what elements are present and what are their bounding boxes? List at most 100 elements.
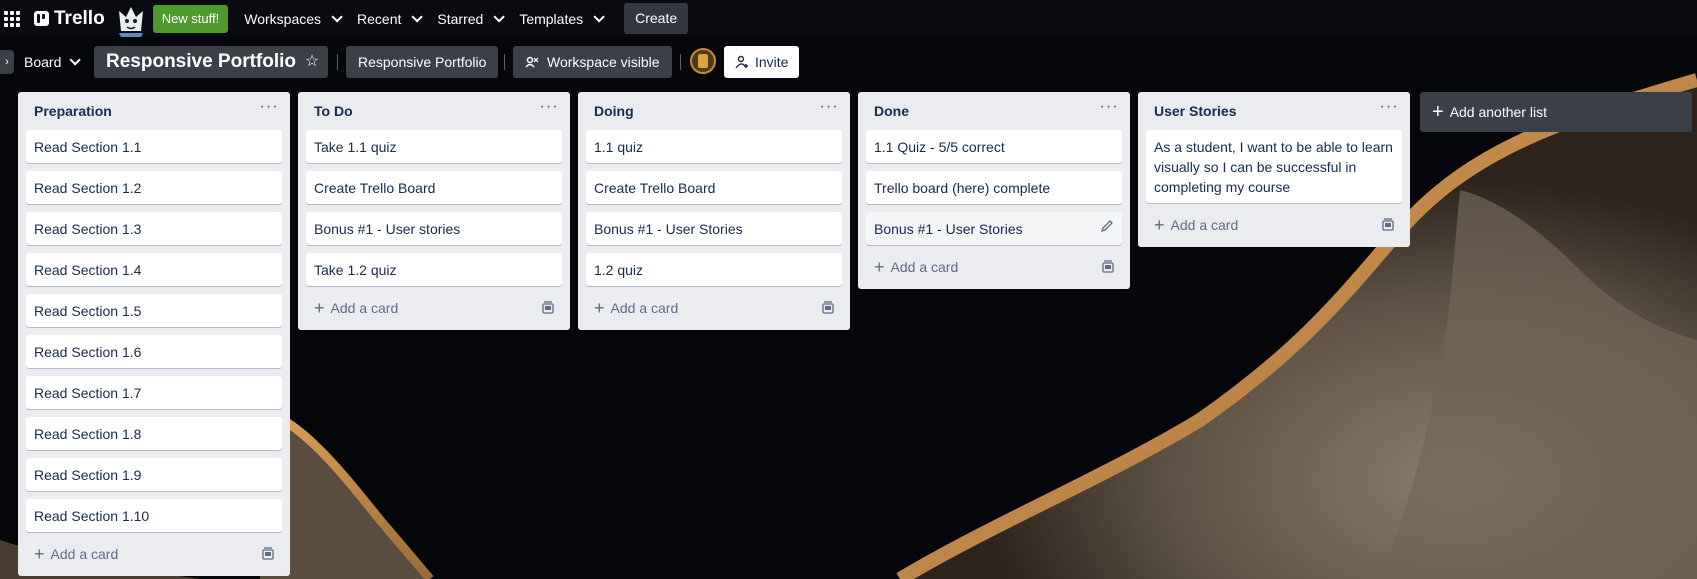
card-title: Read Section 1.9 [34,467,142,483]
list-footer: + Add a card [26,540,282,568]
card[interactable]: Read Section 1.7 [26,376,282,409]
trello-logo-icon [34,11,49,26]
add-card-label: Add a card [890,259,959,275]
list-doing[interactable]: Doing ··· 1.1 quiz Create Trello Board Bonus… [578,92,850,330]
card[interactable]: As a student, I want to be able to learn… [1146,130,1402,203]
new-stuff-button[interactable]: New stuff! [152,4,229,33]
list-title[interactable]: User Stories [1154,103,1236,119]
visibility-label: Workspace visible [547,54,660,70]
add-list-label: Add another list [1449,104,1547,120]
card[interactable]: Bonus #1 - User stories [306,212,562,245]
top-navigation: Trello New stuff! Workspaces Recent Star… [0,0,1697,37]
card-title: Create Trello Board [594,180,716,196]
board-view-switcher[interactable]: Board [18,46,83,78]
starred-menu[interactable]: Starred [429,3,509,35]
list-preparation[interactable]: Preparation ··· Read Section 1.1 Read Secti… [18,92,290,576]
trello-logo[interactable]: Trello [34,8,105,30]
templates-menu[interactable]: Templates [511,3,609,35]
card[interactable]: Read Section 1.9 [26,458,282,491]
card[interactable]: Bonus #1 - User Stories [586,212,842,245]
card-title: Read Section 1.5 [34,303,142,319]
ellipsis-icon[interactable]: ··· [816,98,842,124]
add-card-button[interactable]: + Add a card [1150,213,1242,237]
visibility-button[interactable]: Workspace visible [513,46,672,78]
card[interactable]: Take 1.2 quiz [306,253,562,286]
board-title[interactable]: Responsive Portfolio [94,46,309,78]
list-title[interactable]: Preparation [34,103,112,119]
card[interactable]: 1.2 quiz [586,253,842,286]
create-button[interactable]: Create [624,3,689,34]
card[interactable]: Trello board (here) complete [866,171,1122,204]
card-template-icon[interactable] [260,546,276,562]
list-header[interactable]: Doing ··· [586,92,842,130]
card[interactable]: Take 1.1 quiz [306,130,562,163]
card[interactable]: Read Section 1.6 [26,335,282,368]
card-title: Read Section 1.10 [34,508,150,524]
card-template-icon[interactable] [1100,259,1116,275]
add-card-button[interactable]: + Add a card [310,296,402,320]
sidebar-expand-button[interactable]: › [0,50,14,74]
card[interactable]: Bonus #1 - User Stories [866,212,1122,245]
card[interactable]: Create Trello Board [586,171,842,204]
card-template-icon[interactable] [820,300,836,316]
divider [504,54,505,70]
add-list-button[interactable]: + Add another list [1420,92,1692,132]
ellipsis-icon[interactable]: ··· [536,98,562,124]
plus-icon: + [314,298,325,318]
list-title[interactable]: Done [874,103,909,119]
card[interactable]: Read Section 1.5 [26,294,282,327]
add-card-button[interactable]: + Add a card [30,542,122,566]
list-header[interactable]: Done ··· [866,92,1122,130]
card[interactable]: Read Section 1.1 [26,130,282,163]
card[interactable]: Read Section 1.8 [26,417,282,450]
list-header[interactable]: User Stories ··· [1146,92,1402,130]
star-icon[interactable]: ☆ [296,46,328,78]
list-done[interactable]: Done ··· 1.1 Quiz - 5/5 correct Trello boar… [858,92,1130,289]
templates-label: Templates [519,10,584,27]
workspaces-menu[interactable]: Workspaces [236,3,347,35]
card-title: Read Section 1.6 [34,344,142,360]
list-header[interactable]: Preparation ··· [26,92,282,130]
card-template-icon[interactable] [540,300,556,316]
card[interactable]: Read Section 1.4 [26,253,282,286]
recent-menu[interactable]: Recent [349,3,427,35]
plus-icon: + [1432,101,1444,123]
people-icon [525,56,539,68]
grid-icon[interactable] [4,10,20,27]
pencil-icon[interactable] [1100,219,1114,233]
card[interactable]: 1.1 quiz [586,130,842,163]
taco-mascot-icon[interactable] [113,1,149,37]
chevron-down-icon [69,54,82,66]
card[interactable]: Read Section 1.10 [26,499,282,532]
card-template-icon[interactable] [1380,217,1396,233]
card[interactable]: Read Section 1.3 [26,212,282,245]
workspace-button[interactable]: Responsive Portfolio [346,46,499,78]
ellipsis-icon[interactable]: ··· [1096,98,1122,124]
list-title[interactable]: To Do [314,103,353,119]
add-card-button[interactable]: + Add a card [870,255,962,279]
invite-label: Invite [755,54,789,70]
list-footer: + Add a card [1146,211,1402,239]
list-user-stories[interactable]: User Stories ··· As a student, I want to b… [1138,92,1410,247]
add-person-icon [735,55,748,69]
list-to-do[interactable]: To Do ··· Take 1.1 quiz Create Trello Board… [298,92,570,330]
ellipsis-icon[interactable]: ··· [1376,98,1402,124]
invite-button[interactable]: Invite [724,46,800,78]
card[interactable]: 1.1 Quiz - 5/5 correct [866,130,1122,163]
ellipsis-icon[interactable]: ··· [256,98,282,124]
chevron-down-icon [411,10,424,23]
card-title: Bonus #1 - User Stories [874,221,1023,237]
board-view-label: Board [24,54,62,70]
card[interactable]: Create Trello Board [306,171,562,204]
card-title: Read Section 1.2 [34,180,142,196]
card-title: Take 1.1 quiz [314,139,397,155]
recent-label: Recent [357,10,402,27]
card[interactable]: Read Section 1.2 [26,171,282,204]
add-card-label: Add a card [330,300,399,316]
member-avatar[interactable] [690,48,716,74]
add-card-label: Add a card [610,300,679,316]
list-title[interactable]: Doing [594,103,634,119]
plus-icon: + [34,544,45,564]
list-header[interactable]: To Do ··· [306,92,562,130]
add-card-button[interactable]: + Add a card [590,296,682,320]
